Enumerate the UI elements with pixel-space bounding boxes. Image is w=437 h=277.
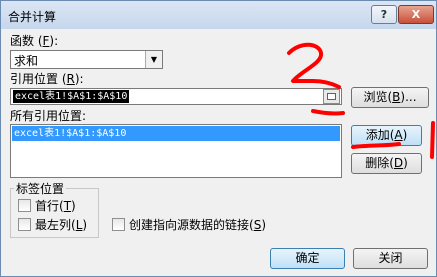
annotation-underline-add	[351, 142, 401, 149]
consolidate-dialog: 合并计算 ? X 函数 (F): 求和 ▼ 引用位置 (R): excel表1!…	[0, 0, 437, 277]
annotation-underline-reference	[311, 109, 345, 116]
annotation-number-2	[287, 42, 341, 89]
annotation-layer	[287, 42, 435, 159]
annotation-vertical-mark	[430, 121, 435, 159]
